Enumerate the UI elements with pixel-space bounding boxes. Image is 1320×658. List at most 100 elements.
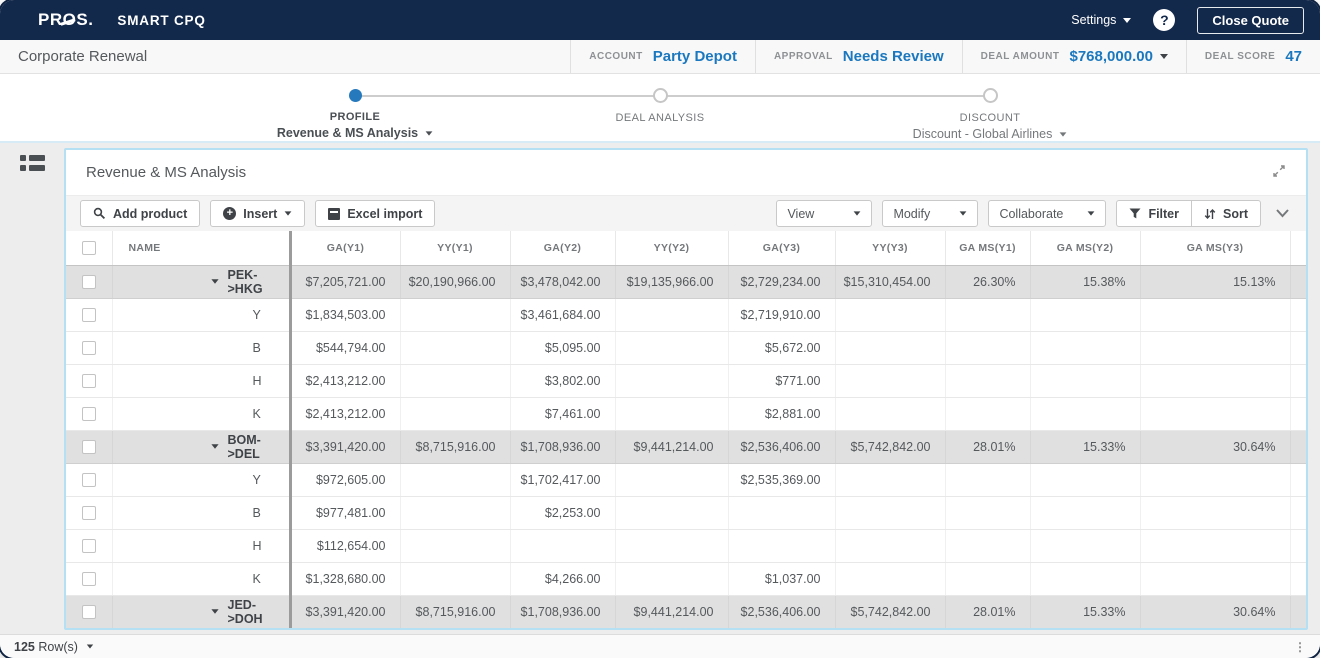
row-count-control[interactable]: 125 Row(s) <box>14 640 94 654</box>
collapse-group-icon[interactable] <box>211 609 218 614</box>
column-header[interactable]: YY(Y2) <box>615 231 728 265</box>
row-checkbox[interactable] <box>82 407 96 421</box>
column-header[interactable]: GA MS(Y2) <box>1030 231 1140 265</box>
overflow-menu-icon[interactable]: ⋮ <box>1294 640 1306 654</box>
chevron-down-icon <box>854 211 861 215</box>
value-cell <box>835 463 945 496</box>
modify-dropdown[interactable]: Modify <box>882 200 978 227</box>
deal-score-value: 47 <box>1285 48 1302 65</box>
value-cell <box>615 463 728 496</box>
value-cell: $1,702,417.00 <box>510 463 615 496</box>
deal-amount-value[interactable]: $768,000.00 <box>1070 48 1168 65</box>
value-cell: 15.33% <box>1030 595 1140 628</box>
collapse-group-icon[interactable] <box>211 444 218 449</box>
approval-value[interactable]: Needs Review <box>843 48 944 65</box>
value-cell <box>1140 397 1290 430</box>
row-checkbox[interactable] <box>82 572 96 586</box>
value-cell: 15.13% <box>1140 265 1290 298</box>
column-header[interactable]: GA MS(Y3) <box>1140 231 1290 265</box>
expand-panel-button[interactable] <box>1270 162 1288 183</box>
toolbar-collapse-button[interactable] <box>1273 206 1292 221</box>
value-cell: $3,802.00 <box>510 364 615 397</box>
view-dropdown[interactable]: View <box>776 200 872 227</box>
value-cell <box>945 364 1030 397</box>
value-cell: $3,478,042.00 <box>510 265 615 298</box>
value-cell <box>1290 562 1306 595</box>
column-header[interactable]: NAME <box>112 231 290 265</box>
value-cell <box>1290 298 1306 331</box>
value-cell: $1,708,936.00 <box>510 595 615 628</box>
filter-button[interactable]: Filter <box>1116 200 1192 227</box>
insert-button[interactable]: + Insert <box>210 200 305 227</box>
column-header[interactable]: YY(Y3) <box>835 231 945 265</box>
step-profile-sublabel[interactable]: Revenue & MS Analysis <box>225 126 485 140</box>
row-checkbox[interactable] <box>82 473 96 487</box>
value-cell: $2,881.00 <box>728 397 835 430</box>
deal-amount-field: DEAL AMOUNT $768,000.00 <box>962 40 1186 73</box>
value-cell <box>1030 562 1140 595</box>
account-value[interactable]: Party Depot <box>653 48 737 65</box>
value-cell <box>1290 529 1306 562</box>
help-icon[interactable]: ? <box>1153 9 1175 31</box>
value-cell: 15.38% <box>1030 265 1140 298</box>
value-cell: $7,461.00 <box>510 397 615 430</box>
row-checkbox[interactable] <box>82 539 96 553</box>
table-group-row: BOM->DEL$3,391,420.00$8,715,916.00$1,708… <box>66 430 1306 463</box>
value-cell: $5,095.00 <box>510 331 615 364</box>
row-checkbox[interactable] <box>82 440 96 454</box>
group-name: JED->DOH <box>228 598 289 626</box>
value-cell <box>1290 265 1306 298</box>
excel-import-icon <box>328 208 340 220</box>
excel-import-button[interactable]: Excel import <box>315 200 435 227</box>
value-cell <box>1290 397 1306 430</box>
value-cell <box>1030 364 1140 397</box>
expand-icon <box>1272 164 1286 178</box>
value-cell: $2,536,406.00 <box>728 430 835 463</box>
row-checkbox[interactable] <box>82 374 96 388</box>
view-list-icon[interactable] <box>20 155 45 171</box>
row-count: 125 <box>14 640 35 654</box>
value-cell: $5,672.00 <box>728 331 835 364</box>
add-product-button[interactable]: Add product <box>80 200 200 227</box>
value-cell: $8,715,916.00 <box>400 595 510 628</box>
step-profile[interactable]: PROFILE Revenue & MS Analysis <box>225 89 485 140</box>
value-cell: $112,654.00 <box>290 529 400 562</box>
column-header[interactable]: YY(Y1) <box>400 231 510 265</box>
value-cell: 30.64% <box>1140 595 1290 628</box>
rows-label: Row(s) <box>38 640 78 654</box>
search-icon <box>93 207 106 220</box>
collaborate-dropdown[interactable]: Collaborate <box>988 200 1106 227</box>
row-checkbox[interactable] <box>82 308 96 322</box>
row-checkbox[interactable] <box>82 605 96 619</box>
sort-button[interactable]: Sort <box>1192 200 1261 227</box>
value-cell: $15,310,454.00 <box>835 265 945 298</box>
row-checkbox[interactable] <box>82 275 96 289</box>
row-checkbox[interactable] <box>82 506 96 520</box>
column-header[interactable]: GA(Y2) <box>510 231 615 265</box>
select-all-checkbox[interactable] <box>82 241 96 255</box>
step-dot-active <box>349 89 362 102</box>
value-cell: $3,461,684.00 <box>510 298 615 331</box>
value-cell: $1,834,503.00 <box>290 298 400 331</box>
column-header[interactable]: GA(Y3) <box>728 231 835 265</box>
value-cell <box>510 529 615 562</box>
column-header[interactable]: GA(Y1) <box>290 231 400 265</box>
settings-menu[interactable]: Settings <box>1071 13 1131 27</box>
row-checkbox[interactable] <box>82 341 96 355</box>
group-name: BOM->DEL <box>228 433 289 461</box>
column-header[interactable]: GA MS(Y1) <box>945 231 1030 265</box>
value-cell <box>1030 298 1140 331</box>
value-cell: $19,135,966.00 <box>615 265 728 298</box>
value-cell <box>615 331 728 364</box>
chevron-down-icon <box>1160 54 1168 59</box>
close-quote-button[interactable]: Close Quote <box>1197 7 1304 34</box>
step-discount-sublabel[interactable]: Discount - Global Airlines <box>860 127 1120 141</box>
value-cell <box>835 364 945 397</box>
step-deal-analysis[interactable]: DEAL ANALYSIS <box>530 89 790 124</box>
app-window: PROS. SMART CPQ Settings ? Close Quote C… <box>0 0 1320 658</box>
step-discount[interactable]: DISCOUNT Discount - Global Airlines <box>860 89 1120 141</box>
value-cell <box>400 529 510 562</box>
value-cell <box>1030 496 1140 529</box>
column-header[interactable]: R <box>1290 231 1306 265</box>
collapse-group-icon[interactable] <box>211 279 218 284</box>
